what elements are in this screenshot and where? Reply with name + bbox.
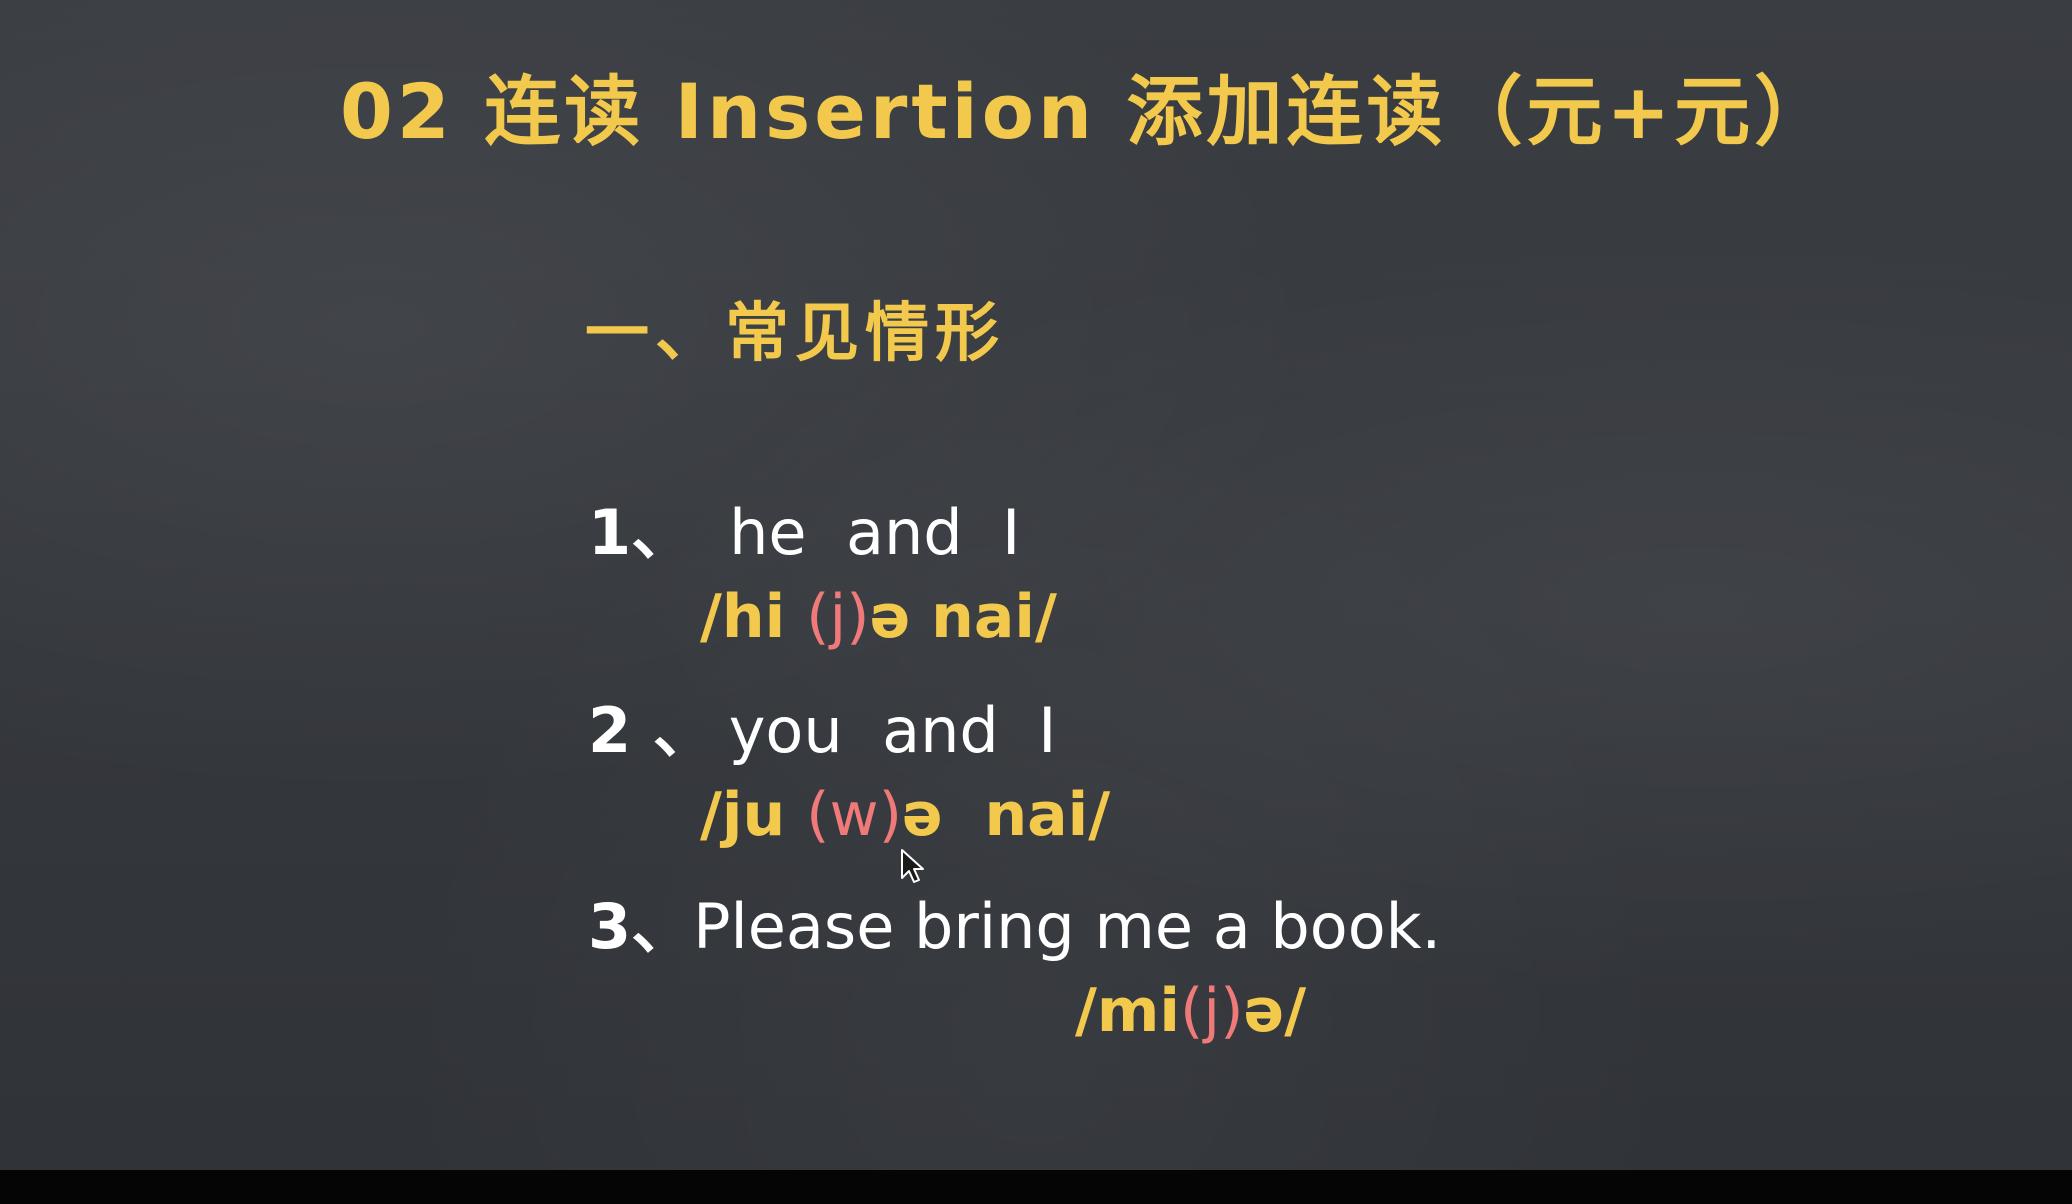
item-phrase: Please bring me a book. bbox=[693, 890, 1442, 963]
ipa-transcription-3: /mi(j)ə/ bbox=[1075, 976, 1306, 1046]
item-phrase: he and I bbox=[729, 496, 1021, 569]
example-item-1: 1、 he and I bbox=[588, 482, 1020, 572]
ipa-suffix: ə nai/ bbox=[869, 582, 1057, 652]
mouse-cursor-icon bbox=[901, 849, 924, 883]
ipa-inserted-sound: (j) bbox=[806, 582, 870, 652]
ipa-transcription-1: /hi (j)ə nai/ bbox=[700, 582, 1057, 652]
chalkboard-slide: 02 连读 Insertion 添加连读（元+元） 一、常见情形 1、 he an… bbox=[0, 0, 2072, 1170]
ipa-prefix: /hi bbox=[700, 582, 807, 652]
item-number: 1、 bbox=[588, 496, 694, 569]
section-heading: 一、常见情形 bbox=[585, 297, 1005, 371]
ipa-prefix: /mi bbox=[1075, 976, 1180, 1046]
ipa-suffix: ə nai/ bbox=[901, 780, 1111, 850]
ipa-transcription-2: /ju (w)ə nai/ bbox=[700, 780, 1110, 850]
example-item-3: 3、Please bring me a book. bbox=[588, 876, 1441, 966]
item-phrase: you and I bbox=[728, 694, 1057, 767]
ipa-inserted-sound: (w) bbox=[806, 780, 902, 850]
ipa-prefix: /ju bbox=[700, 780, 807, 850]
ipa-suffix: ə/ bbox=[1243, 976, 1307, 1046]
ipa-inserted-sound: (j) bbox=[1180, 976, 1244, 1046]
slide-title: 02 连读 Insertion 添加连读（元+元） bbox=[340, 67, 1835, 156]
item-number: 3、 bbox=[588, 890, 694, 963]
example-item-2: 2 、 you and I bbox=[588, 680, 1056, 770]
video-bottom-bar bbox=[0, 1170, 2072, 1204]
item-number: 2 、 bbox=[588, 694, 715, 767]
